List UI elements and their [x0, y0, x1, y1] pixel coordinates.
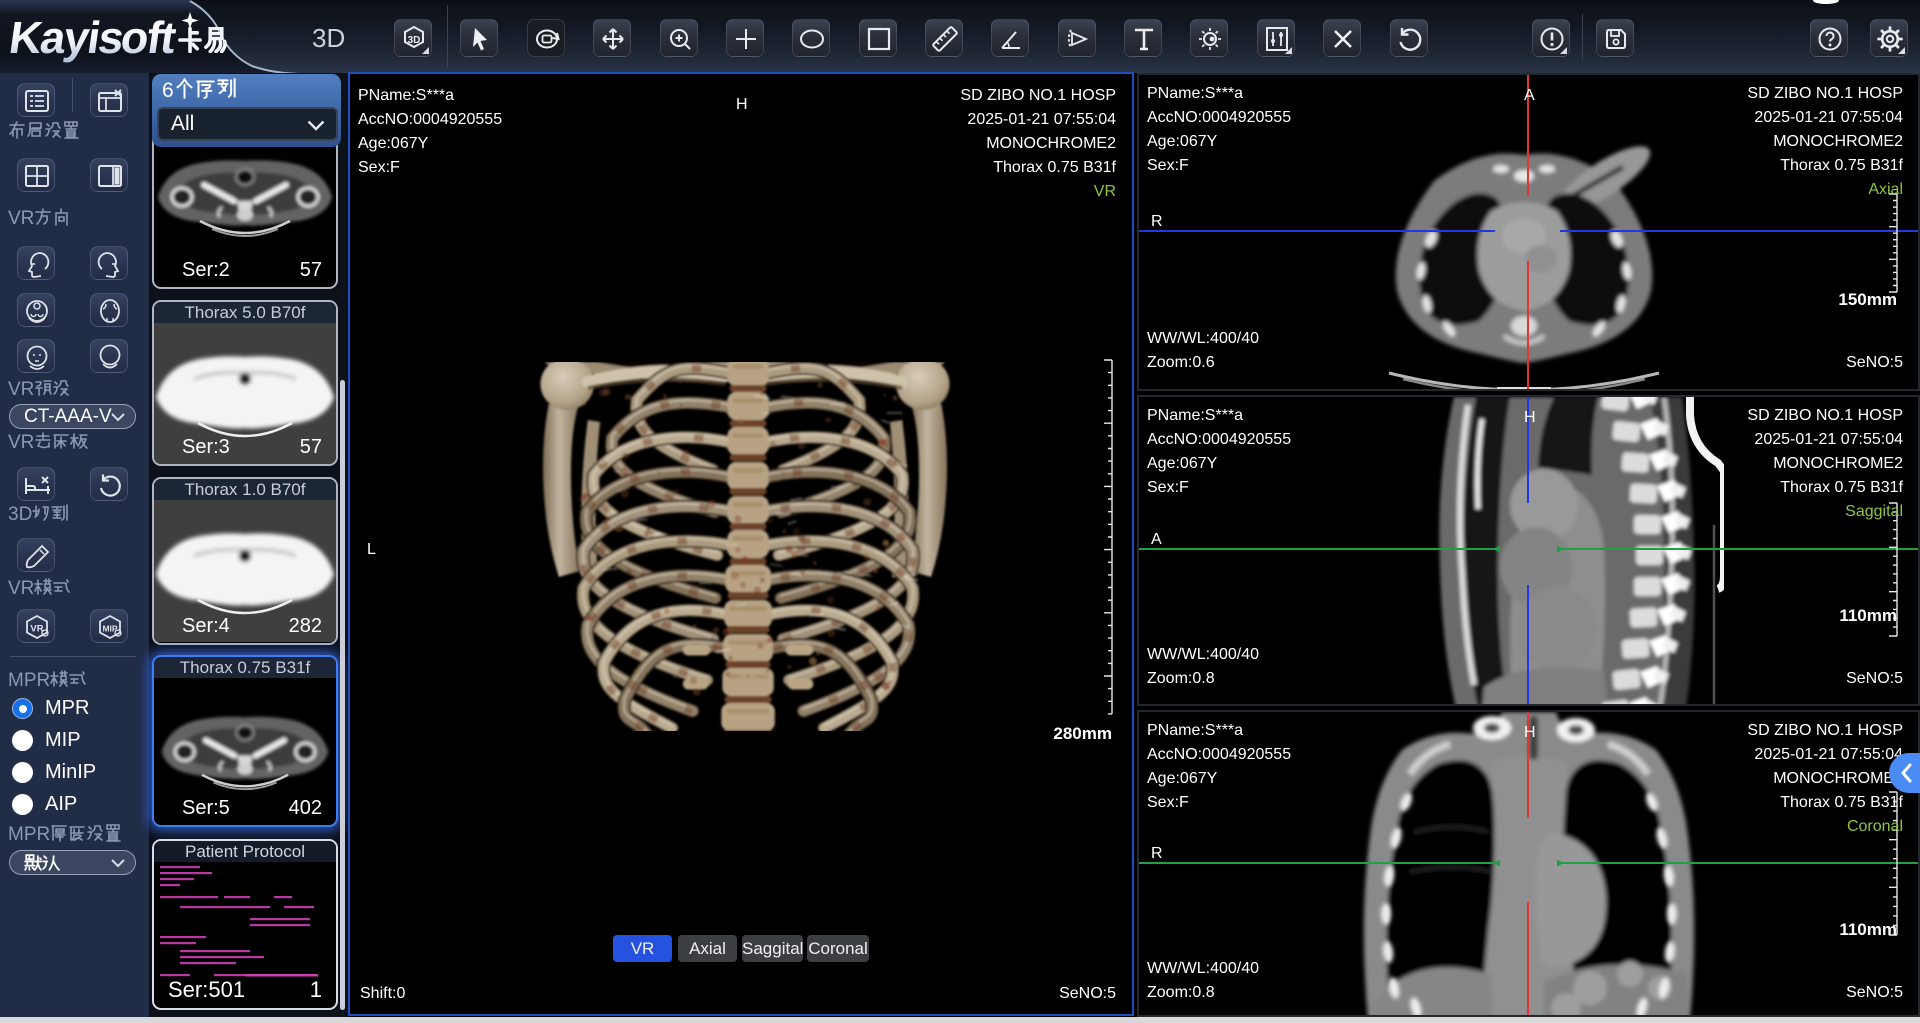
svg-text:Kayisoft: Kayisoft	[6, 12, 179, 63]
svg-text:3D: 3D	[408, 35, 421, 46]
